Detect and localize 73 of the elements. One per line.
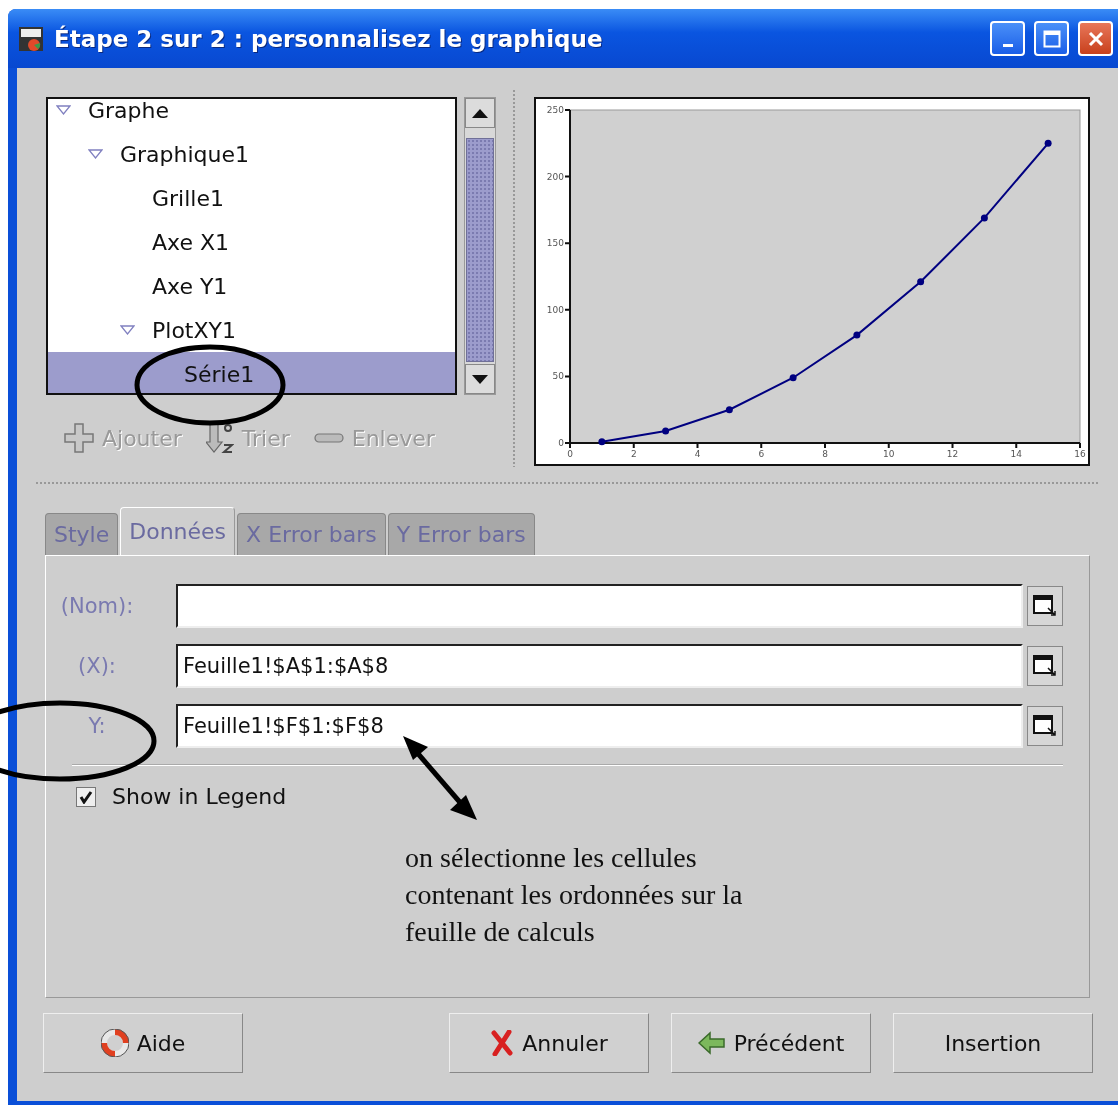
range-select-icon [1033,655,1057,677]
data-point [1044,139,1052,147]
data-point [725,406,733,414]
sort-icon [205,423,234,453]
field-label: (X): [78,654,116,678]
tree-item[interactable]: Série1 [48,352,456,393]
checkbox-label[interactable]: Show in Legend [112,784,287,809]
tick-label: 50 [552,371,564,382]
data-point [853,331,861,339]
dialog-button[interactable]: Aide [43,1013,243,1073]
range-picker-button[interactable] [1027,706,1063,746]
minimize-icon [1002,44,1013,47]
data-point [598,438,606,446]
tree-item[interactable]: Graphique1 [48,132,456,176]
scroll-up-button[interactable] [465,98,495,128]
tick-label: 0 [558,438,564,448]
field-label: Y: [88,714,106,738]
up-arrow-icon [472,108,489,118]
tick-label: 6 [758,449,765,459]
tick-label: 4 [694,449,701,459]
range-picker-button[interactable] [1027,586,1063,626]
tick-label: 16 [1074,449,1086,459]
input-field[interactable]: Feuille1!$F$1:$F$8 [176,704,1023,748]
input-field[interactable] [176,584,1023,628]
range-select-icon [1033,715,1057,737]
tick-label: 200 [546,171,564,182]
maximize-button[interactable] [1034,21,1069,56]
range-picker-button[interactable] [1027,646,1063,686]
checkmark-icon [79,789,93,804]
data-point [789,374,797,382]
close-icon [1086,29,1105,48]
tree-item[interactable]: Axe X1 [48,220,456,264]
left-arrow-icon [697,1031,726,1055]
expander-icon[interactable] [120,325,135,335]
tree-item[interactable]: PlotXY1 [48,308,456,352]
app-icon [18,25,44,52]
tick-label: 10 [883,449,895,459]
plus-icon [64,423,94,453]
dialog-button[interactable]: Annuler [449,1013,649,1073]
expander-icon[interactable] [56,105,71,115]
expander-icon[interactable] [88,149,103,159]
tick-label: 2 [630,449,637,459]
annotation-text: on sélectionne les cellules contenant les ordonnées sur la feuille de calculs [405,841,743,949]
range-select-icon [1033,595,1057,617]
maximize-icon [1042,29,1061,48]
scroll-down-button[interactable] [465,364,495,394]
scrollbar[interactable] [464,97,496,395]
minimize-button[interactable] [990,21,1025,56]
minus-icon [313,430,344,446]
tick-label: 14 [1010,449,1022,459]
scroll-thumb[interactable] [466,138,494,362]
tick-label: 12 [946,449,959,459]
tree-item[interactable]: Graphe [48,99,456,132]
checkbox[interactable] [76,786,96,807]
lifebuoy-icon [100,1029,129,1057]
tick-label: 0 [567,449,573,459]
tree-item[interactable]: Grille1 [48,176,456,220]
dialog-button[interactable]: Précédent [671,1013,871,1073]
window-title: Étape 2 sur 2 : personnalisez le graphique [54,25,604,52]
data-point [980,214,988,222]
data-point [917,278,925,286]
tick-label: 150 [546,238,564,249]
cross-icon [490,1030,515,1056]
input-field[interactable]: Feuille1!$A$1:$A$8 [176,644,1023,688]
data-point [662,427,670,435]
down-arrow-icon [472,374,489,384]
tick-label: 250 [546,105,564,115]
field-label: (Nom): [60,594,134,618]
dialog-button[interactable]: Insertion [893,1013,1093,1073]
tick-label: 8 [822,449,828,459]
tree-item[interactable]: Axe Y1 [48,264,456,308]
tick-label: 100 [546,304,564,315]
close-button[interactable] [1078,21,1113,56]
